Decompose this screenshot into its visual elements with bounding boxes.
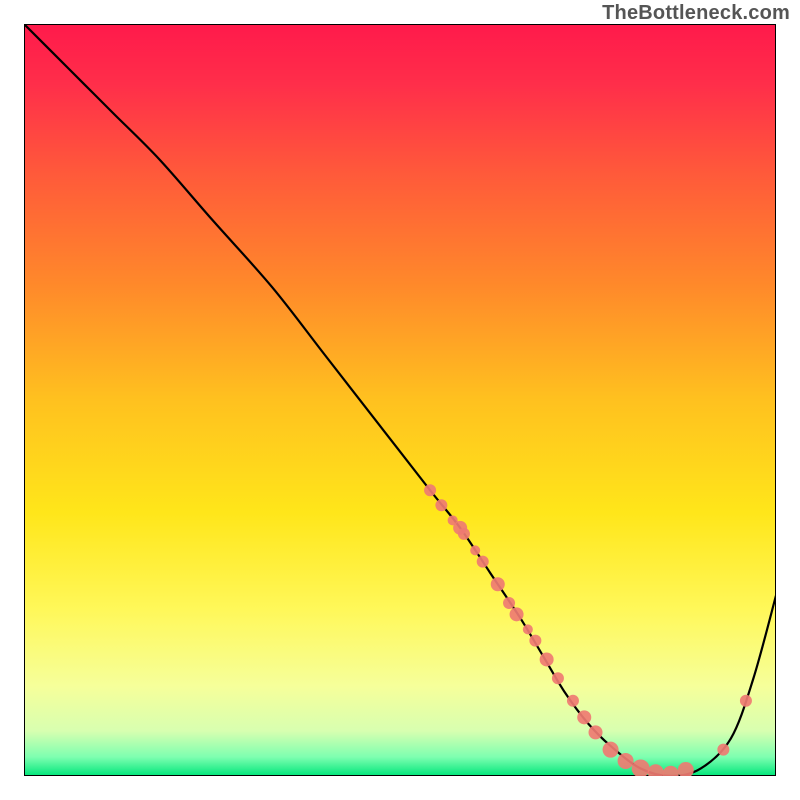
marker-point bbox=[540, 652, 554, 666]
marker-point bbox=[424, 484, 436, 496]
watermark-label: TheBottleneck.com bbox=[602, 2, 790, 25]
marker-point bbox=[552, 672, 564, 684]
marker-point bbox=[717, 744, 729, 756]
marker-point bbox=[603, 742, 619, 758]
chart-container: TheBottleneck.com bbox=[0, 0, 800, 800]
marker-point bbox=[470, 545, 480, 555]
marker-point bbox=[503, 597, 515, 609]
bottleneck-chart bbox=[24, 24, 776, 776]
marker-point bbox=[577, 710, 591, 724]
marker-point bbox=[491, 577, 505, 591]
marker-point bbox=[529, 635, 541, 647]
marker-point bbox=[567, 695, 579, 707]
marker-point bbox=[458, 528, 470, 540]
marker-point bbox=[740, 695, 752, 707]
marker-point bbox=[435, 499, 447, 511]
marker-point bbox=[589, 725, 603, 739]
marker-point bbox=[523, 624, 533, 634]
marker-point bbox=[510, 607, 524, 621]
marker-point bbox=[477, 556, 489, 568]
marker-point bbox=[618, 753, 634, 769]
